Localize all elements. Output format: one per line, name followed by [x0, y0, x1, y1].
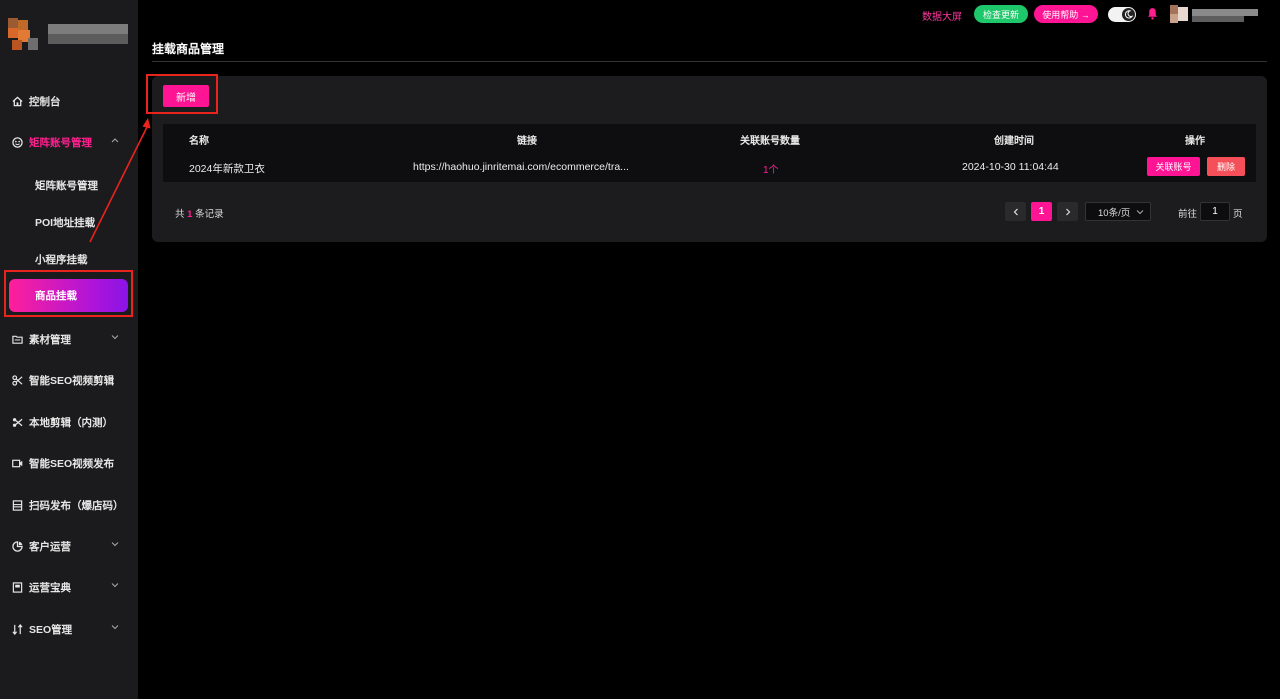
sidebar-item-seo-management[interactable]: SEO管理 — [0, 618, 138, 640]
sidebar-item-label: 智能SEO视频剪辑 — [29, 374, 115, 387]
goto-page-input[interactable]: 1 — [1200, 202, 1230, 221]
total-count: 1 — [187, 209, 193, 220]
chevron-left-icon — [1013, 208, 1018, 215]
column-header-account-count: 关联账号数量 — [740, 136, 800, 147]
total-prefix: 共 — [175, 209, 185, 220]
sidebar: 控制台 矩阵账号管理 矩阵账号管理 POI地址挂载 小程序挂载 商品挂载 素材管… — [0, 0, 138, 699]
chevron-down-icon — [110, 539, 120, 549]
chevron-down-icon — [110, 622, 120, 632]
table-cell-account-count[interactable]: 1个 — [763, 161, 779, 176]
sidebar-item-label: 矩阵账号管理 — [29, 136, 92, 149]
total-suffix: 条记录 — [195, 209, 224, 220]
sidebar-item-label: 素材管理 — [29, 333, 71, 346]
delete-button[interactable]: 删除 — [1207, 157, 1245, 176]
goto-prefix: 前往 — [1178, 209, 1198, 220]
check-update-button[interactable]: 检查更新 — [974, 5, 1028, 23]
table-cell-name: 2024年新款卫衣 — [189, 163, 265, 175]
column-header-link: 链接 — [517, 136, 537, 147]
chevron-down-icon — [1136, 207, 1144, 218]
chevron-up-icon — [110, 135, 120, 145]
sidebar-item-label: 扫码发布（爆店码） — [29, 499, 124, 512]
next-page-button[interactable] — [1057, 202, 1078, 221]
sidebar-item-materials[interactable]: 素材管理 — [0, 328, 138, 350]
chevron-down-icon — [110, 332, 120, 342]
sidebar-item-ops-guide[interactable]: 运营宝典 — [0, 576, 138, 598]
pie-icon — [11, 540, 23, 552]
folder-icon — [11, 333, 23, 345]
page-number-button[interactable]: 1 — [1031, 202, 1052, 221]
book-icon — [11, 581, 23, 593]
sidebar-item-label: 本地剪辑（内测） — [29, 416, 113, 429]
page-size-value: 10条/页 — [1098, 207, 1131, 219]
home-icon — [11, 95, 23, 107]
theme-toggle[interactable] — [1108, 7, 1136, 22]
sidebar-item-label: SEO管理 — [29, 623, 73, 636]
video-icon — [11, 457, 23, 469]
highlight-box-add — [146, 74, 218, 114]
sidebar-item-qr-publish[interactable]: 扫码发布（爆店码） — [0, 494, 138, 516]
column-header-actions: 操作 — [1185, 136, 1205, 147]
prev-page-button[interactable] — [1005, 202, 1026, 221]
sidebar-item-label: 智能SEO视频发布 — [29, 457, 115, 470]
page-title: 挂载商品管理 — [152, 42, 225, 56]
sidebar-item-seo-video-edit[interactable]: 智能SEO视频剪辑 — [0, 369, 138, 391]
sidebar-item-label: 控制台 — [29, 95, 61, 108]
sidebar-subitem-poi[interactable]: POI地址挂载 — [35, 215, 95, 230]
smiley-icon — [11, 136, 23, 148]
page-size-select[interactable]: 10条/页 — [1085, 202, 1151, 221]
logo — [8, 18, 130, 54]
table-cell-created-time: 2024-10-30 11:04:44 — [962, 161, 1059, 173]
chevron-right-icon — [1065, 208, 1070, 215]
moon-icon — [1122, 8, 1135, 21]
sidebar-item-dashboard[interactable]: 控制台 — [0, 90, 138, 112]
sidebar-item-local-edit[interactable]: 本地剪辑（内测） — [0, 411, 138, 433]
title-divider — [152, 61, 1267, 62]
sidebar-item-matrix-accounts[interactable]: 矩阵账号管理 — [0, 131, 138, 153]
sidebar-item-seo-video-publish[interactable]: 智能SEO视频发布 — [0, 452, 138, 474]
sidebar-subitem-miniprogram[interactable]: 小程序挂载 — [35, 252, 88, 267]
table-cell-link[interactable]: https://haohuo.jinritemai.com/ecommerce/… — [413, 161, 629, 173]
bell-icon[interactable] — [1146, 7, 1160, 21]
scissors-icon — [11, 416, 23, 428]
sidebar-item-customer-ops[interactable]: 客户运营 — [0, 535, 138, 557]
cut-icon — [11, 374, 23, 386]
column-header-created-time: 创建时间 — [994, 136, 1034, 147]
total-records: 共 1 条记录 — [175, 206, 224, 220]
column-header-name: 名称 — [189, 136, 209, 147]
sort-icon — [11, 623, 23, 635]
sidebar-item-label: 运营宝典 — [29, 581, 71, 594]
goto-suffix: 页 — [1233, 209, 1243, 220]
highlight-box-products — [4, 270, 133, 317]
sidebar-item-label: 客户运营 — [29, 540, 71, 553]
qrcode-icon — [11, 499, 23, 511]
avatar[interactable] — [1170, 5, 1260, 23]
help-button[interactable]: 使用帮助 → — [1034, 5, 1098, 23]
dashboard-link[interactable]: 数据大屏 — [922, 8, 962, 23]
products-table — [163, 124, 1256, 182]
chevron-down-icon — [110, 580, 120, 590]
link-account-button[interactable]: 关联账号 — [1147, 157, 1200, 176]
sidebar-subitem-matrix-accounts[interactable]: 矩阵账号管理 — [35, 178, 98, 193]
